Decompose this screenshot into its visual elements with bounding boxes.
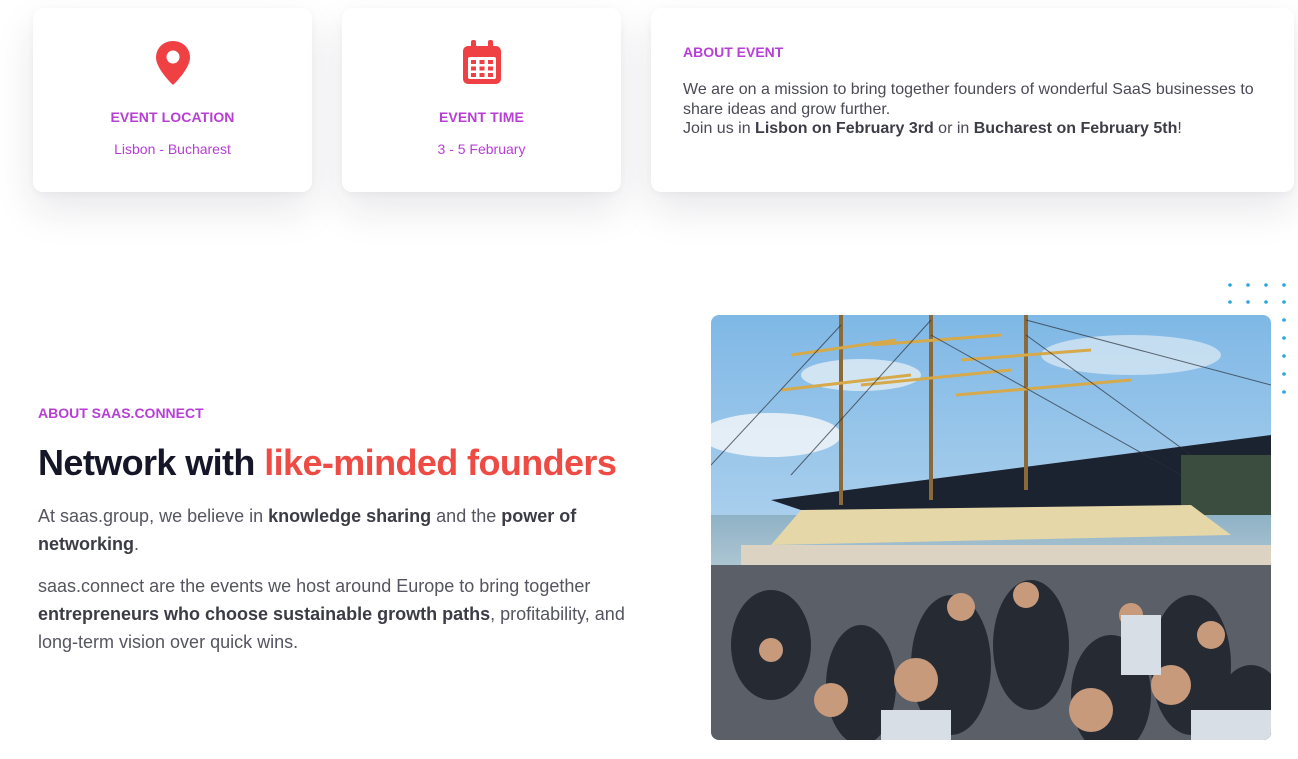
about-paragraph-1: At saas.group, we believe in knowledge s…	[38, 502, 638, 558]
about-event-line2-mid: or in	[933, 120, 974, 137]
p1-text-a: At saas.group, we believe in	[38, 506, 269, 526]
p2-bold-entrepreneurs: entrepreneurs who choose sustainable gro…	[38, 604, 491, 624]
about-event-text: We are on a mission to bring together fo…	[683, 80, 1262, 139]
event-photo	[711, 315, 1271, 740]
p1-text-c: and the	[431, 506, 502, 526]
about-event-line2-end: !	[1177, 120, 1182, 137]
calendar-icon	[462, 40, 501, 84]
about-event-bucharest-date: Bucharest on February 5th	[973, 120, 1178, 137]
about-event-line2-pre: Join us in	[683, 120, 756, 137]
section-title-highlight: like-minded founders	[264, 442, 617, 483]
event-time-value: 3 - 5 February	[437, 141, 526, 157]
event-time-title: EVENT TIME	[438, 109, 524, 125]
event-location-card: EVENT LOCATION Lisbon - Bucharest	[33, 8, 312, 192]
about-event-eyebrow: ABOUT EVENT	[683, 44, 784, 60]
section-title-plain: Network with	[38, 442, 265, 483]
p1-text-d: .	[134, 534, 140, 554]
section-title: Network with like-minded founders	[38, 442, 617, 484]
p2-text-a: saas.connect are the events we host arou…	[38, 576, 591, 596]
event-location-title: EVENT LOCATION	[110, 109, 235, 125]
event-location-value: Lisbon - Bucharest	[114, 141, 231, 157]
about-paragraph-2: saas.connect are the events we host arou…	[38, 572, 638, 656]
about-event-lisbon-date: Lisbon on February 3rd	[755, 120, 934, 137]
p1-bold-knowledge: knowledge sharing	[268, 506, 432, 526]
event-time-card: EVENT TIME 3 - 5 February	[342, 8, 621, 192]
about-saas-connect-eyebrow: ABOUT SAAS.CONNECT	[38, 405, 204, 421]
about-event-line1: We are on a mission to bring together fo…	[683, 81, 1254, 118]
map-pin-icon	[155, 41, 190, 85]
about-event-card: ABOUT EVENT We are on a mission to bring…	[651, 8, 1294, 192]
